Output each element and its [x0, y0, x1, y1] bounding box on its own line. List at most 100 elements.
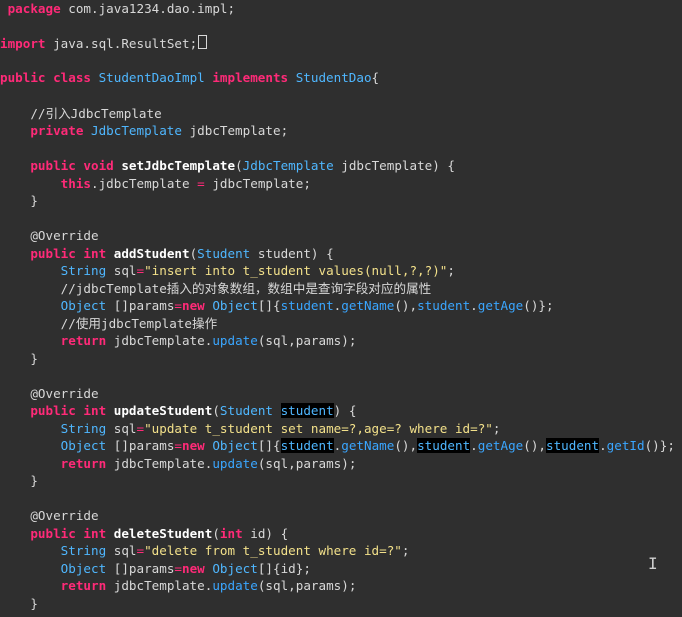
code-line[interactable]: public int updateStudent(Student student…: [0, 402, 356, 420]
code-token: []params: [106, 298, 175, 313]
code-token: public: [0, 403, 76, 418]
code-line[interactable]: return jdbcTemplate.update(sql,params);: [0, 455, 357, 473]
code-token: []{: [257, 438, 281, 453]
code-token: =: [136, 421, 145, 436]
code-token: public: [0, 70, 46, 85]
code-token: ;: [280, 123, 289, 138]
code-line[interactable]: public void setJdbcTemplate(JdbcTemplate…: [0, 157, 455, 175]
code-token: jdbcTemplate: [106, 333, 205, 348]
code-token: int: [75, 526, 107, 541]
code-token: ;: [227, 1, 236, 16]
code-token: new: [182, 298, 205, 313]
code-line[interactable]: //引入JdbcTemplate: [0, 105, 161, 123]
code-token: java.sql.ResultSet: [45, 36, 190, 51]
code-token: Object: [0, 438, 107, 453]
code-line[interactable]: Object []params=new Object[]{student.get…: [0, 297, 554, 315]
code-token: deleteStudent: [106, 526, 213, 541]
code-line[interactable]: }: [0, 472, 38, 490]
code-line[interactable]: Object []params=new Object[]{student.get…: [0, 437, 675, 455]
code-token: ) {: [333, 403, 357, 418]
code-token: String: [0, 263, 107, 278]
code-token: update: [212, 578, 258, 593]
code-token: (: [212, 526, 220, 541]
code-token: .: [599, 438, 607, 453]
code-token: =: [136, 543, 145, 558]
code-token: sql: [106, 421, 137, 436]
code-token: student: [417, 298, 471, 313]
code-line[interactable]: public class StudentDaoImpl implements S…: [0, 69, 379, 87]
code-token: getName: [341, 298, 395, 313]
code-token: setJdbcTemplate: [113, 158, 236, 173]
code-line[interactable]: }: [0, 595, 38, 613]
code-token: implements: [204, 70, 289, 85]
code-token: =: [174, 438, 182, 453]
code-token: public: [0, 526, 76, 541]
code-token: (),: [394, 438, 418, 453]
code-line[interactable]: return jdbcTemplate.update(sql,params);: [0, 577, 357, 595]
code-token: }: [0, 596, 38, 611]
code-token: }: [0, 351, 38, 366]
code-line[interactable]: String sql="delete from t_student where …: [0, 542, 410, 560]
code-line[interactable]: private JdbcTemplate jdbcTemplate;: [0, 122, 288, 140]
code-token: []params: [106, 438, 175, 453]
code-token: update: [212, 456, 258, 471]
code-token: return: [0, 578, 107, 593]
code-line[interactable]: public int deleteStudent(int id) {: [0, 525, 288, 543]
code-token: "delete from t_student where id=?": [144, 543, 402, 558]
code-token: (sql,params);: [257, 333, 357, 348]
code-line[interactable]: String sql="update t_student set name=?,…: [0, 420, 501, 438]
code-line[interactable]: }: [0, 350, 38, 368]
code-token: ()};: [523, 298, 554, 313]
code-line[interactable]: //jdbcTemplate插入的对象数组，数组中是查询字段对应的属性: [0, 280, 432, 298]
code-token: com.java1234.dao.impl: [60, 1, 228, 16]
code-token: =: [174, 298, 182, 313]
code-token: jdbcTemplate: [106, 456, 205, 471]
code-token: =: [189, 176, 205, 191]
code-token: student: [417, 438, 471, 453]
code-token: return: [0, 333, 107, 348]
code-token: new: [182, 561, 205, 576]
code-token: int: [219, 526, 243, 541]
code-token: []{: [257, 561, 281, 576]
code-token: private: [0, 123, 84, 138]
code-line[interactable]: package com.java1234.dao.impl;: [0, 0, 236, 18]
code-token: void: [75, 158, 114, 173]
code-token: getId: [606, 438, 645, 453]
code-token: Student: [197, 246, 251, 261]
code-editor[interactable]: package com.java1234.dao.impl; import jav…: [0, 0, 682, 617]
code-token: jdbcTemplate: [181, 123, 281, 138]
code-line[interactable]: import java.sql.ResultSet;: [0, 35, 208, 53]
code-token: ()};: [644, 438, 675, 453]
code-token: getAge: [477, 298, 524, 313]
code-token: }: [0, 193, 38, 208]
code-line[interactable]: Object []params=new Object[]{id};: [0, 560, 311, 578]
code-token: .: [91, 176, 99, 191]
code-token: String: [0, 421, 107, 436]
code-token: String: [0, 543, 107, 558]
code-token: "insert into t_student values(null,?,?)": [144, 263, 448, 278]
code-line[interactable]: }: [0, 192, 38, 210]
code-line[interactable]: String sql="insert into t_student values…: [0, 262, 455, 280]
code-token: (sql,params);: [257, 578, 357, 593]
code-token: Student: [219, 403, 273, 418]
code-line[interactable]: @Override: [0, 227, 99, 245]
code-token: @Override: [0, 228, 99, 243]
code-line[interactable]: @Override: [0, 385, 98, 403]
code-token: StudentDaoImpl: [91, 70, 205, 85]
code-token: JdbcTemplate: [83, 123, 182, 138]
code-token: };: [295, 561, 311, 576]
code-token: student: [280, 298, 334, 313]
code-token: id: [280, 561, 296, 576]
code-line[interactable]: public int addStudent(Student student) {: [0, 245, 333, 263]
code-token: Object: [0, 298, 107, 313]
code-line[interactable]: @Override: [0, 507, 99, 525]
code-line[interactable]: this.jdbcTemplate = jdbcTemplate;: [0, 175, 311, 193]
code-token: Object: [204, 561, 258, 576]
code-line[interactable]: return jdbcTemplate.update(sql,params);: [0, 332, 357, 350]
code-token: @Override: [0, 508, 99, 523]
code-token: jdbcTemplate: [204, 176, 304, 191]
code-token: StudentDao: [288, 70, 372, 85]
code-line[interactable]: //使用jdbcTemplate操作: [0, 315, 218, 333]
code-token: Object: [0, 561, 107, 576]
code-token: sql: [106, 543, 137, 558]
